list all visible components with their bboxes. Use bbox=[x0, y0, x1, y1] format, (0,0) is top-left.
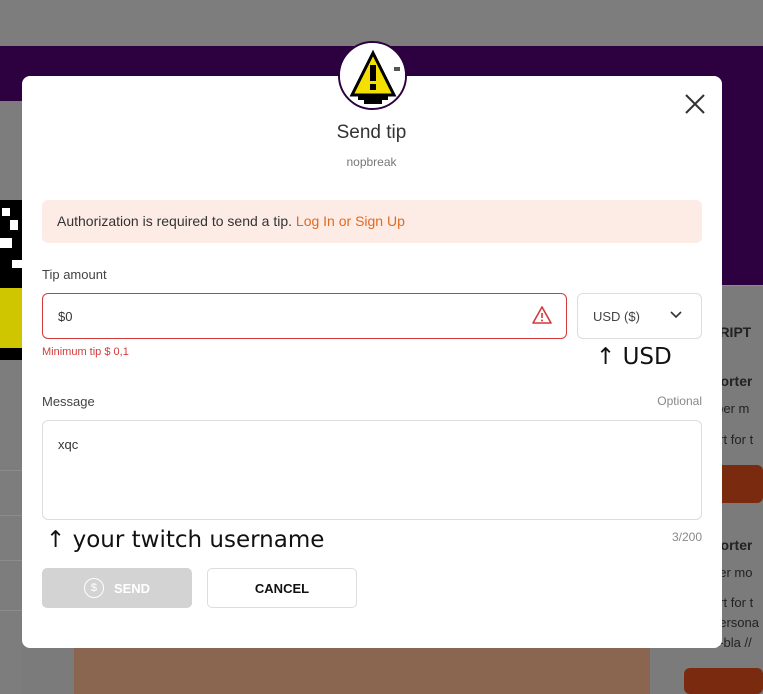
page-avatar-pixelart-yellow bbox=[0, 288, 22, 348]
tip-amount-error: Minimum tip $ 0,1 bbox=[42, 346, 129, 358]
close-icon bbox=[685, 94, 705, 114]
message-char-counter: 3/200 bbox=[671, 530, 702, 544]
creator-name: nopbreak bbox=[346, 155, 397, 169]
warning-bell-icon bbox=[340, 43, 405, 108]
auth-alert-text: Authorization is required to send a tip. bbox=[57, 213, 293, 229]
divider bbox=[0, 515, 22, 516]
cancel-button[interactable]: CANCEL bbox=[207, 568, 357, 608]
login-signup-link[interactable]: Log In or Sign Up bbox=[296, 213, 405, 229]
currency-annotation: ↑ USD bbox=[596, 344, 672, 370]
page-header-background bbox=[0, 0, 763, 46]
divider bbox=[0, 610, 22, 611]
message-optional-hint: Optional bbox=[657, 394, 702, 408]
creator-avatar bbox=[338, 41, 407, 110]
warning-icon bbox=[532, 306, 552, 324]
close-button[interactable] bbox=[683, 92, 707, 116]
chevron-down-icon bbox=[670, 311, 682, 319]
cancel-button-label: CANCEL bbox=[254, 580, 310, 596]
message-textarea[interactable]: xqc bbox=[42, 420, 702, 520]
currency-selected: USD ($) bbox=[593, 309, 640, 324]
divider bbox=[0, 560, 22, 561]
divider bbox=[0, 470, 22, 471]
tip-amount-input[interactable]: $0 bbox=[42, 293, 567, 339]
modal-title: Send tip bbox=[336, 122, 407, 143]
message-label: Message bbox=[42, 394, 95, 409]
tier-subscribe-button[interactable] bbox=[684, 668, 763, 694]
page-content-card bbox=[74, 648, 650, 694]
send-button[interactable]: $ SEND bbox=[42, 568, 192, 608]
send-button-label: SEND bbox=[113, 580, 151, 596]
currency-select[interactable]: USD ($) bbox=[577, 293, 702, 339]
dollar-coin-icon: $ bbox=[83, 578, 104, 598]
username-annotation: ↑ your twitch username bbox=[46, 527, 325, 553]
page-left-column bbox=[0, 101, 22, 694]
tip-amount-label: Tip amount bbox=[42, 267, 107, 282]
auth-alert: Authorization is required to send a tip.… bbox=[42, 200, 702, 243]
